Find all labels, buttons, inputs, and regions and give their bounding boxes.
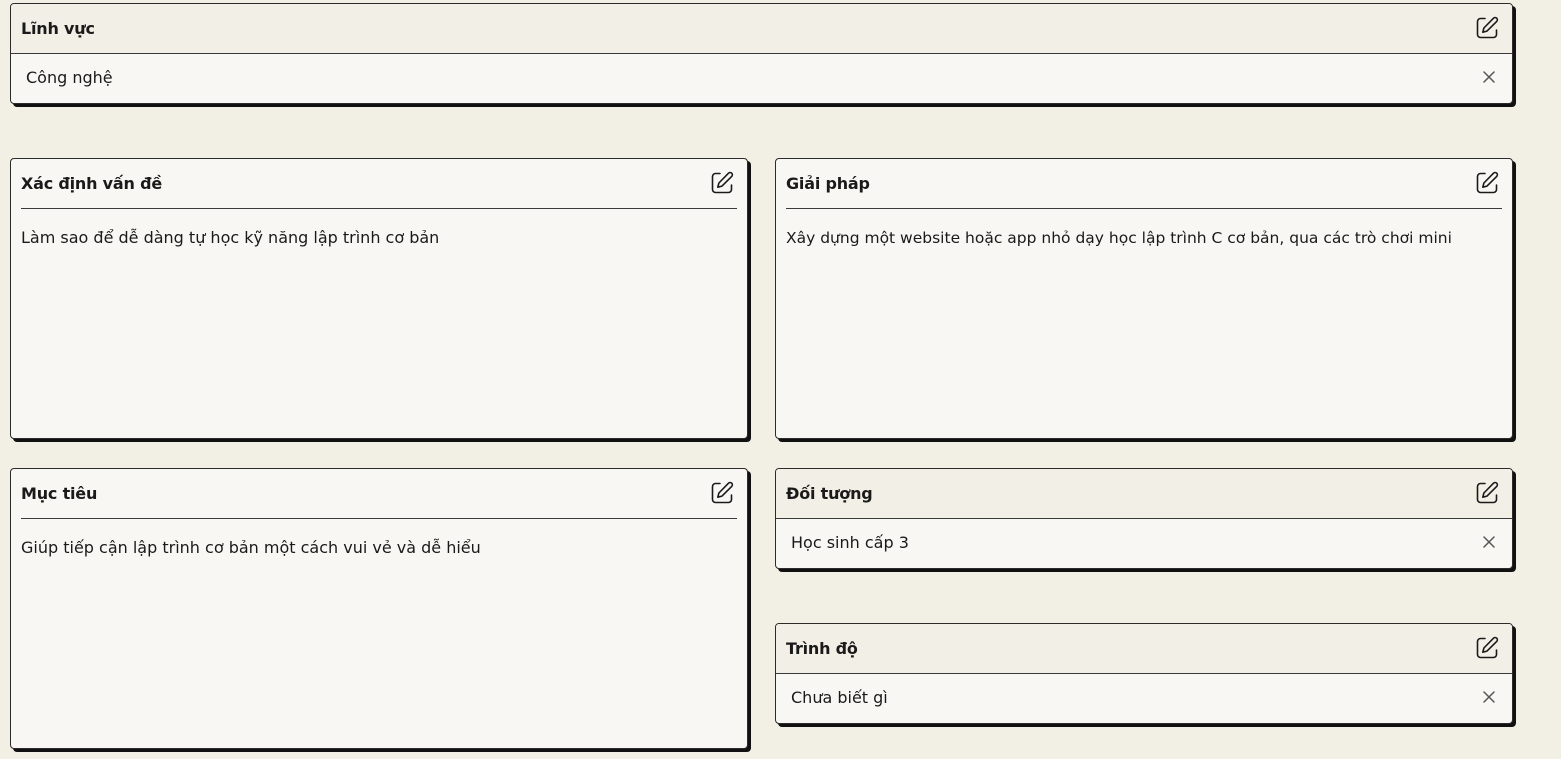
audience-value: Học sinh cấp 3 (791, 533, 909, 552)
audience-card-header (776, 469, 1512, 519)
problem-title: Xác định vấn đề (21, 174, 162, 193)
solution-divider (786, 208, 1502, 209)
level-card-header (776, 624, 1512, 674)
audience-title: Đối tượng (786, 484, 873, 503)
field-edit-icon[interactable] (1474, 15, 1500, 41)
level-title: Trình độ (786, 639, 858, 658)
level-remove-close-icon[interactable] (1482, 690, 1496, 704)
solution-edit-icon[interactable] (1474, 170, 1500, 196)
field-title: Lĩnh vực (21, 19, 95, 38)
field-card-header (11, 4, 1512, 54)
level-card: Trình độ Chưa biết gì (775, 623, 1513, 724)
solution-text-area[interactable]: Xây dựng một website hoặc app nhỏ dạy họ… (786, 227, 1502, 249)
solution-title: Giải pháp (786, 174, 870, 193)
level-edit-icon[interactable] (1474, 635, 1500, 661)
problem-edit-icon[interactable] (709, 170, 735, 196)
goal-card: Mục tiêu Giúp tiếp cận lập trình cơ bản … (10, 468, 748, 749)
audience-remove-close-icon[interactable] (1482, 535, 1496, 549)
problem-divider (21, 208, 737, 209)
problem-text-area[interactable]: Làm sao để dễ dàng tự học kỹ năng lập tr… (21, 227, 737, 249)
problem-card: Xác định vấn đề Làm sao để dễ dàng tự họ… (10, 158, 748, 439)
goal-divider (21, 518, 737, 519)
goal-title: Mục tiêu (21, 484, 98, 503)
field-remove-close-icon[interactable] (1482, 70, 1496, 84)
goal-text-area[interactable]: Giúp tiếp cận lập trình cơ bản một cách … (21, 537, 737, 559)
goal-edit-icon[interactable] (709, 480, 735, 506)
level-value: Chưa biết gì (791, 688, 888, 707)
field-card: Lĩnh vực Công nghệ (10, 3, 1513, 104)
field-value: Công nghệ (26, 68, 113, 87)
audience-edit-icon[interactable] (1474, 480, 1500, 506)
solution-card: Giải pháp Xây dựng một website hoặc app … (775, 158, 1513, 439)
audience-card: Đối tượng Học sinh cấp 3 (775, 468, 1513, 569)
